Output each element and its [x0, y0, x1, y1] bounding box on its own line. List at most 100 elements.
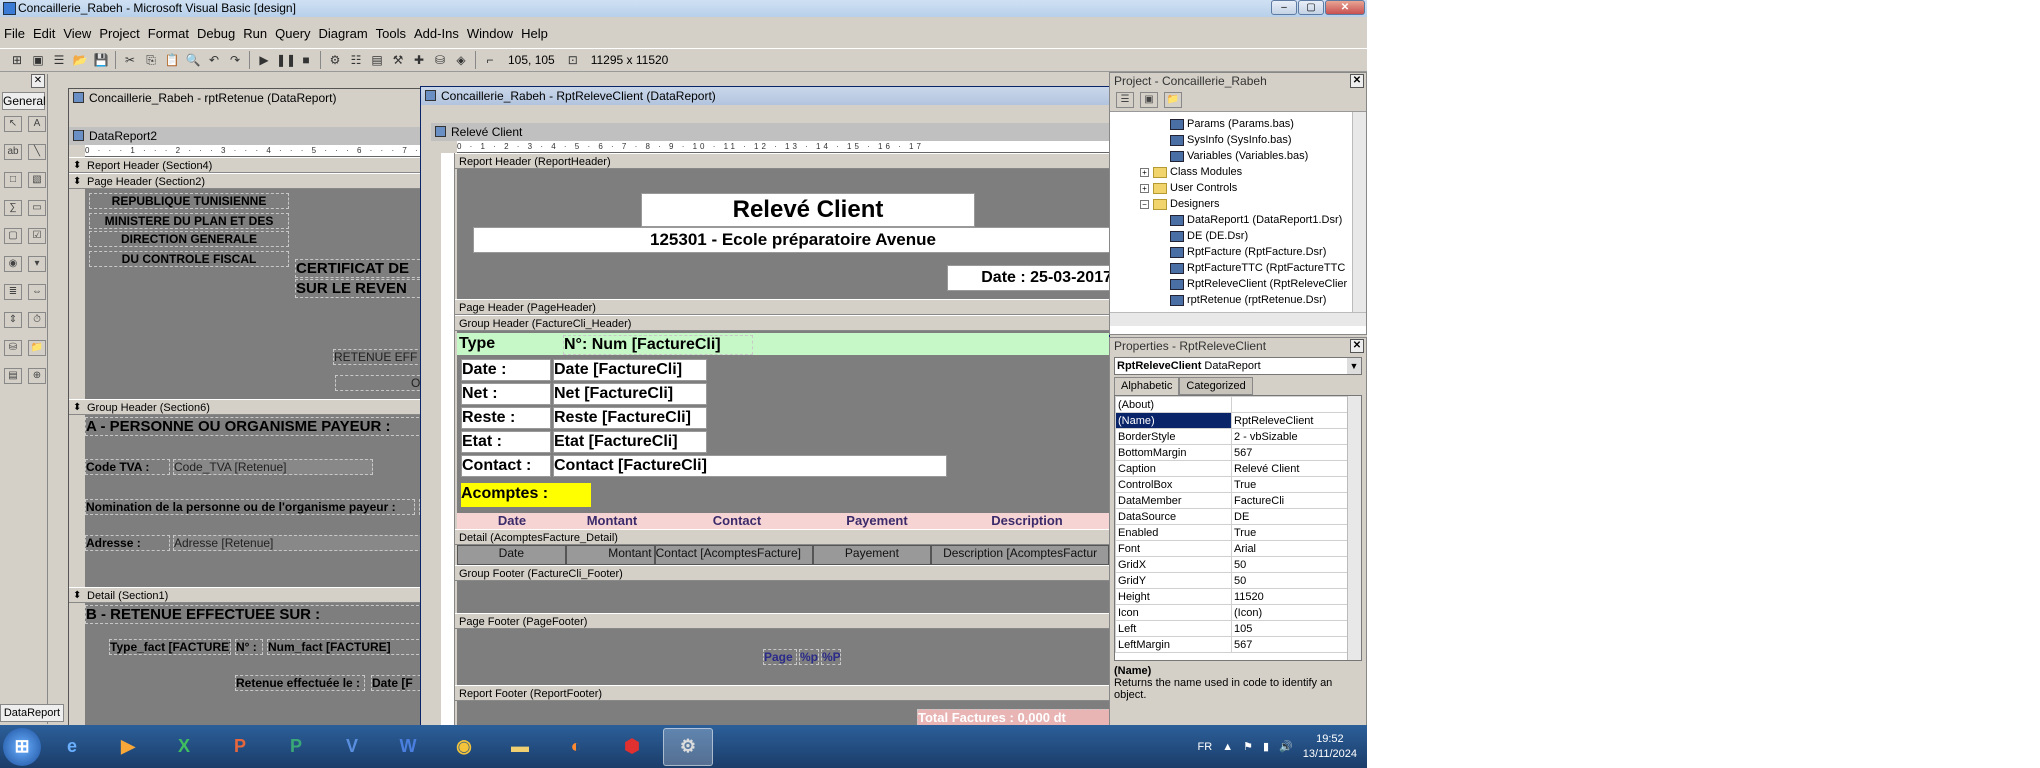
tree-item[interactable]: + Class Modules: [1130, 164, 1366, 180]
section-detail[interactable]: Detail (Section1): [69, 587, 427, 604]
open-icon[interactable]: 📂: [71, 52, 89, 68]
col-description[interactable]: Description: [937, 513, 1109, 529]
frame-tool-icon[interactable]: ▭: [28, 200, 46, 216]
menu-editor-icon[interactable]: ☰: [50, 52, 68, 68]
detail-montant[interactable]: Montant: [565, 545, 655, 565]
toolbox-icon[interactable]: ✚: [410, 52, 428, 68]
section-group-header[interactable]: Group Header (Section6): [69, 399, 427, 416]
shape-tool-icon[interactable]: □: [4, 172, 22, 188]
combo-tool-icon[interactable]: ▾: [28, 256, 46, 272]
project-explorer-icon[interactable]: ⚙: [326, 52, 344, 68]
action-center-icon[interactable]: ⚑: [1243, 740, 1253, 753]
date-label[interactable]: Date :: [461, 359, 551, 381]
network-icon[interactable]: ▮: [1263, 740, 1269, 753]
section-report-header[interactable]: Report Header (ReportHeader): [441, 153, 1109, 170]
section-page-footer[interactable]: Page Footer (PageFooter): [441, 613, 1109, 630]
date-field[interactable]: Date [FactureCli]: [553, 359, 707, 381]
image-tool-icon[interactable]: ▧: [28, 172, 46, 188]
button-tool-icon[interactable]: ▢: [4, 228, 22, 244]
report-title[interactable]: Relevé Client: [641, 193, 975, 227]
tree-item[interactable]: DataReport1 (DataReport1.Dsr): [1130, 212, 1366, 228]
num-field[interactable]: N°: Num [FactureCli]: [563, 335, 753, 355]
tray-chevron-icon[interactable]: ▲: [1222, 741, 1233, 753]
rptretenue-window[interactable]: Concaillerie_Rabeh - rptRetenue (DataRep…: [68, 88, 433, 743]
menu-addins[interactable]: Add-Ins: [410, 24, 463, 44]
tab-categorized[interactable]: Categorized: [1179, 377, 1253, 395]
word-icon[interactable]: W: [383, 728, 433, 766]
retenue-sur-heading[interactable]: B - RETENUE EFFECTUEE SUR :: [85, 605, 429, 624]
dir-tool-icon[interactable]: 📁: [28, 340, 46, 356]
view-code-icon[interactable]: ☰: [1116, 92, 1134, 108]
collapse-icon[interactable]: −: [1140, 199, 1149, 209]
ole-tool-icon[interactable]: ⊕: [28, 368, 46, 384]
detail-description[interactable]: Description [AcomptesFactur: [931, 545, 1109, 565]
menu-format[interactable]: Format: [144, 24, 193, 44]
section-detail[interactable]: Detail (AcomptesFacture_Detail): [441, 529, 1109, 546]
end-icon[interactable]: ■: [297, 52, 315, 68]
project-vscrollbar[interactable]: [1352, 112, 1366, 312]
sur-le-revenu-label[interactable]: SUR LE REVEN: [295, 279, 425, 298]
toolbox-datareport-tab[interactable]: DataReport: [0, 704, 64, 722]
properties-icon[interactable]: ☷: [347, 52, 365, 68]
line-tool-icon[interactable]: ╲: [28, 144, 46, 160]
function-tool-icon[interactable]: ∑: [4, 200, 22, 216]
visio-icon[interactable]: V: [327, 728, 377, 766]
nomination-label[interactable]: Nomination de la personne ou de l'organi…: [85, 499, 415, 515]
chevron-down-icon[interactable]: ▼: [1347, 358, 1361, 374]
controle-label[interactable]: DU CONTROLE FISCAL: [89, 251, 289, 267]
detail-payement[interactable]: Payement: [812, 545, 932, 565]
page-label[interactable]: Page: [763, 649, 797, 665]
section-page-header[interactable]: Page Header (PageHeader): [441, 299, 1109, 316]
add-project-icon[interactable]: ⊞: [8, 52, 26, 68]
detail-date[interactable]: Date: [457, 545, 566, 565]
menu-edit[interactable]: Edit: [29, 24, 59, 44]
net-label[interactable]: Net :: [461, 383, 551, 405]
powerpoint-icon[interactable]: P: [215, 728, 265, 766]
section-report-footer[interactable]: Report Footer (ReportFooter): [441, 685, 1109, 702]
contact-field[interactable]: Contact [FactureCli]: [553, 455, 947, 477]
adresse-field[interactable]: Adresse [Retenue]: [173, 535, 433, 551]
tree-item[interactable]: DE (DE.Dsr): [1130, 228, 1366, 244]
label-tool-icon[interactable]: A: [28, 116, 46, 132]
reste-label[interactable]: Reste :: [461, 407, 551, 429]
menu-project[interactable]: Project: [95, 24, 143, 44]
type-label[interactable]: Type: [459, 335, 559, 353]
section-page-header[interactable]: Page Header (Section2): [69, 173, 427, 190]
tree-item[interactable]: rptRetenue (rptRetenue.Dsr): [1130, 292, 1366, 308]
pdf-icon[interactable]: ⬢: [607, 728, 657, 766]
menu-debug[interactable]: Debug: [193, 24, 239, 44]
file-tool-icon[interactable]: ▤: [4, 368, 22, 384]
rptreleveclient-window[interactable]: Concaillerie_Rabeh - RptReleveClient (Da…: [420, 86, 1110, 731]
paste-icon[interactable]: 📋: [163, 52, 181, 68]
drive-tool-icon[interactable]: ⛁: [4, 340, 22, 356]
page-number-token[interactable]: %p: [799, 649, 819, 665]
tree-item[interactable]: RptReleveClient (RptReleveClier: [1130, 276, 1366, 292]
vscroll-tool-icon[interactable]: ⇕: [4, 312, 22, 328]
ministere-label[interactable]: MINISTERE DU PLAN ET DES: [89, 213, 289, 229]
col-payement[interactable]: Payement: [817, 513, 937, 529]
menu-file[interactable]: File: [0, 24, 29, 44]
etat-label[interactable]: Etat :: [461, 431, 551, 453]
media-player-icon[interactable]: ▶: [103, 728, 153, 766]
check-tool-icon[interactable]: ☑: [28, 228, 46, 244]
undo-icon[interactable]: ↶: [205, 52, 223, 68]
copy-icon[interactable]: ⎘: [142, 52, 160, 68]
net-field[interactable]: Net [FactureCli]: [553, 383, 707, 405]
expand-icon[interactable]: +: [1140, 183, 1149, 193]
view-object-icon[interactable]: ▣: [1140, 92, 1158, 108]
chrome-icon[interactable]: ◉: [439, 728, 489, 766]
tree-item[interactable]: + User Controls: [1130, 180, 1366, 196]
pointer-icon[interactable]: ↖: [4, 116, 22, 132]
hscroll-tool-icon[interactable]: ⇔: [28, 284, 46, 300]
type-fact-field[interactable]: Type_fact [FACTURE]: [109, 639, 231, 655]
menu-tools[interactable]: Tools: [372, 24, 410, 44]
timer-tool-icon[interactable]: ⏱: [28, 312, 46, 328]
tree-item[interactable]: Variables (Variables.bas): [1130, 148, 1366, 164]
property-vscrollbar[interactable]: [1347, 396, 1361, 660]
excel-icon[interactable]: X: [159, 728, 209, 766]
add-form-icon[interactable]: ▣: [29, 52, 47, 68]
publisher-icon[interactable]: P: [271, 728, 321, 766]
volume-icon[interactable]: 🔊: [1279, 740, 1293, 753]
reste-field[interactable]: Reste [FactureCli]: [553, 407, 707, 429]
break-icon[interactable]: ❚❚: [276, 52, 296, 68]
